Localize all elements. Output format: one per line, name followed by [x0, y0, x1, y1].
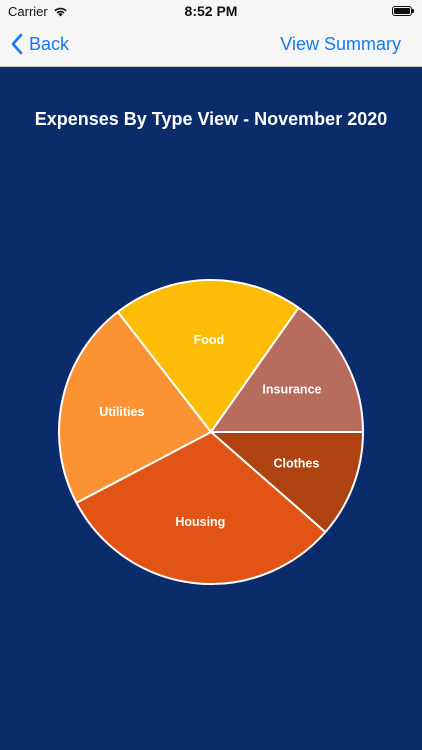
- pie-label-clothes: Clothes: [273, 456, 319, 470]
- pie-label-insurance: Insurance: [262, 382, 321, 396]
- expense-pie-chart: Clothes Housing Utilities Food Insurance: [58, 279, 364, 585]
- pie-label-food: Food: [194, 333, 225, 347]
- screen: Carrier 8:52 PM Back View Summary Expens…: [0, 0, 422, 750]
- pie-label-housing: Housing: [175, 515, 225, 529]
- pie-label-utilities: Utilities: [99, 405, 144, 419]
